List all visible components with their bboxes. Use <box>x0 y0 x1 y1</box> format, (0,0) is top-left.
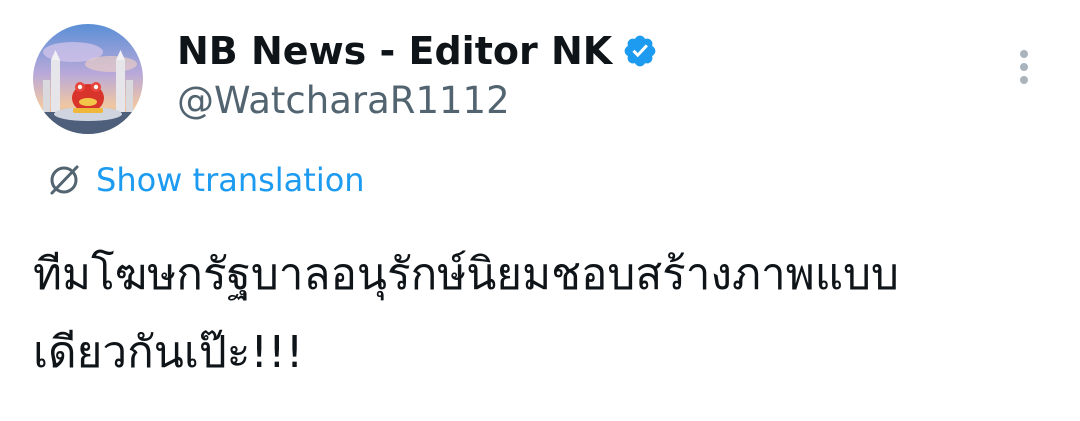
show-translation-button[interactable]: Show translation <box>44 158 365 202</box>
avatar-image <box>33 24 143 134</box>
tweet-card: NB News - Editor NK @WatcharaR1112 Show … <box>0 0 1080 421</box>
display-name[interactable]: NB News - Editor NK <box>177 28 658 74</box>
tweet-text: ทีมโฆษกรัฐบาลอนุรักษ์นิยมชอบสร้างภาพแบบ … <box>33 249 899 378</box>
user-handle[interactable]: @WatcharaR1112 <box>177 78 510 124</box>
verified-badge-icon[interactable] <box>622 33 658 69</box>
more-options-button[interactable] <box>1006 44 1042 94</box>
avatar[interactable] <box>33 24 143 134</box>
more-vertical-icon <box>1020 50 1028 84</box>
show-translation-label[interactable]: Show translation <box>96 158 365 202</box>
translate-icon <box>50 165 79 195</box>
display-name-text[interactable]: NB News - Editor NK <box>177 28 612 74</box>
